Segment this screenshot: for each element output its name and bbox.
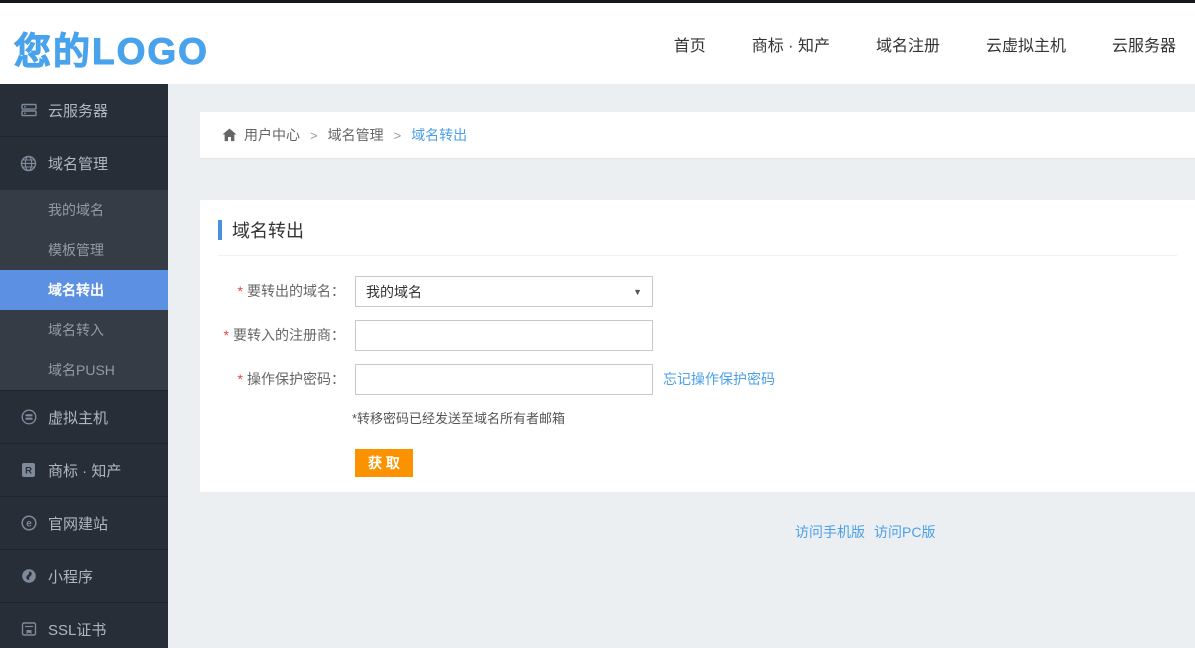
header: 您的LOGO 首页 商标 · 知产 域名注册 云虚拟主机 云服务器 [0, 3, 1195, 84]
nav-cloud-vhost[interactable]: 云虚拟主机 [986, 32, 1066, 56]
sidebar: 云服务器 域名管理 我的域名 模板管理 域名转出 域名转入 域名PUSH 虚拟主… [0, 84, 168, 648]
registrar-input[interactable] [355, 320, 653, 351]
subitem-label: 域名转出 [48, 282, 104, 298]
transfer-out-form: * 要转出的域名： 我的域名 ▼ * 要转入的注册商： * 操作保护密码： 忘记操作保… [200, 276, 1195, 477]
forgot-protect-password-link[interactable]: 忘记操作保护密码 [663, 364, 775, 395]
chevron-down-icon: ▼ [633, 286, 642, 297]
sidebar-subitem-domain-transfer-in[interactable]: 域名转入 [0, 310, 168, 350]
required-asterisk: * [223, 327, 229, 343]
title-divider [218, 255, 1177, 256]
sidebar-item-label: 商标 · 知产 [48, 462, 122, 480]
sidebar-item-label: 云服务器 [48, 102, 109, 120]
form-row-protect-password: * 操作保护密码： 忘记操作保护密码 [200, 364, 1195, 395]
nav-trademark[interactable]: 商标 · 知产 [752, 32, 830, 56]
title-accent-bar [218, 220, 222, 240]
nav-cloud-server[interactable]: 云服务器 [1112, 32, 1176, 56]
main-content: 用户中心 > 域名管理 > 域名转出 域名转出 *要转出的域名： 我的域名 ▼ [168, 84, 1195, 648]
breadcrumb-separator: > [393, 127, 402, 143]
home-icon [222, 128, 237, 142]
subitem-label: 模板管理 [48, 242, 104, 258]
breadcrumb: 用户中心 > 域名管理 > 域名转出 [200, 112, 1195, 159]
breadcrumb-separator: > [310, 127, 318, 143]
pc-version-link[interactable]: 访问PC版 [874, 522, 935, 542]
page-title: 域名转出 [232, 221, 304, 241]
domain-transfer-out-panel: 域名转出 * 要转出的域名： 我的域名 ▼ * 要转入的注册商： * 操作保护密码： [200, 200, 1195, 492]
sidebar-subitem-template-management[interactable]: 模板管理 [0, 230, 168, 270]
website-icon: e [20, 515, 37, 532]
svg-text:e: e [26, 519, 32, 530]
sidebar-item-cloud-server[interactable]: 云服务器 [0, 84, 168, 137]
sidebar-item-trademark[interactable]: R 商标 · 知产 [0, 444, 168, 497]
top-nav: 首页 商标 · 知产 域名注册 云虚拟主机 云服务器 [674, 3, 1176, 84]
footer-links: 访问手机版 访问PC版 [795, 522, 935, 542]
domain-select[interactable]: 我的域名 ▼ [355, 276, 653, 307]
sidebar-item-mini-program[interactable]: 小程序 [0, 550, 168, 603]
form-row-registrar: * 要转入的注册商： [200, 320, 1195, 351]
site-logo[interactable]: 您的LOGO [14, 21, 209, 75]
required-asterisk: * [237, 283, 243, 299]
trademark-icon: R [20, 462, 37, 479]
sidebar-item-virtual-host[interactable]: 虚拟主机 [0, 391, 168, 444]
registrar-label: * 要转入的注册商： [223, 327, 345, 343]
protect-password-input[interactable] [355, 364, 653, 395]
page: 您的LOGO 首页 商标 · 知产 域名注册 云虚拟主机 云服务器 云服务器 域… [0, 0, 1195, 648]
mobile-version-link[interactable]: 访问手机版 [795, 522, 865, 542]
form-row-domain: * 要转出的域名： 我的域名 ▼ [200, 276, 1195, 307]
subitem-label: 域名转入 [48, 322, 104, 338]
sidebar-item-ssl-certificate[interactable]: SSL证书 [0, 603, 168, 648]
miniprogram-icon [20, 568, 37, 585]
nav-home[interactable]: 首页 [674, 32, 706, 56]
sidebar-subitem-domain-transfer-out[interactable]: 域名转出 [0, 270, 168, 310]
breadcrumb-user-center[interactable]: 用户中心 [244, 125, 300, 145]
domain-select-value: 我的域名 [366, 283, 422, 300]
sidebar-item-label: 虚拟主机 [48, 409, 109, 427]
certificate-icon [20, 621, 37, 638]
sidebar-subitem-domain-push[interactable]: 域名PUSH [0, 350, 168, 390]
sidebar-item-domain-management[interactable]: 域名管理 [0, 137, 168, 190]
sidebar-item-label: SSL证书 [48, 621, 107, 639]
required-asterisk: * [237, 371, 243, 387]
server-icon [20, 102, 37, 119]
transfer-password-note: *转移密码已经发送至域名所有者邮箱 [352, 411, 566, 426]
sidebar-item-label: 小程序 [48, 568, 94, 586]
globe-icon [20, 155, 37, 172]
svg-text:R: R [25, 466, 32, 477]
host-icon [20, 409, 37, 426]
get-button[interactable]: 获 取 [355, 449, 413, 477]
protect-password-label: * 操作保护密码： [237, 371, 345, 387]
subitem-label: 我的域名 [48, 202, 104, 218]
domain-management-submenu: 我的域名 模板管理 域名转出 域名转入 域名PUSH [0, 190, 168, 391]
sidebar-item-website-builder[interactable]: e 官网建站 [0, 497, 168, 550]
panel-title-row: 域名转出 [200, 200, 1195, 243]
breadcrumb-domain-management[interactable]: 域名管理 [328, 125, 384, 145]
subitem-label: 域名PUSH [48, 362, 115, 378]
top-strip [0, 0, 1195, 3]
nav-domain-register[interactable]: 域名注册 [876, 32, 940, 56]
sidebar-item-label: 域名管理 [48, 156, 109, 173]
sidebar-item-label: 官网建站 [48, 515, 109, 533]
breadcrumb-domain-transfer-out[interactable]: 域名转出 [411, 125, 467, 145]
sidebar-subitem-my-domains[interactable]: 我的域名 [0, 190, 168, 230]
domain-label: * 要转出的域名： [237, 283, 345, 299]
